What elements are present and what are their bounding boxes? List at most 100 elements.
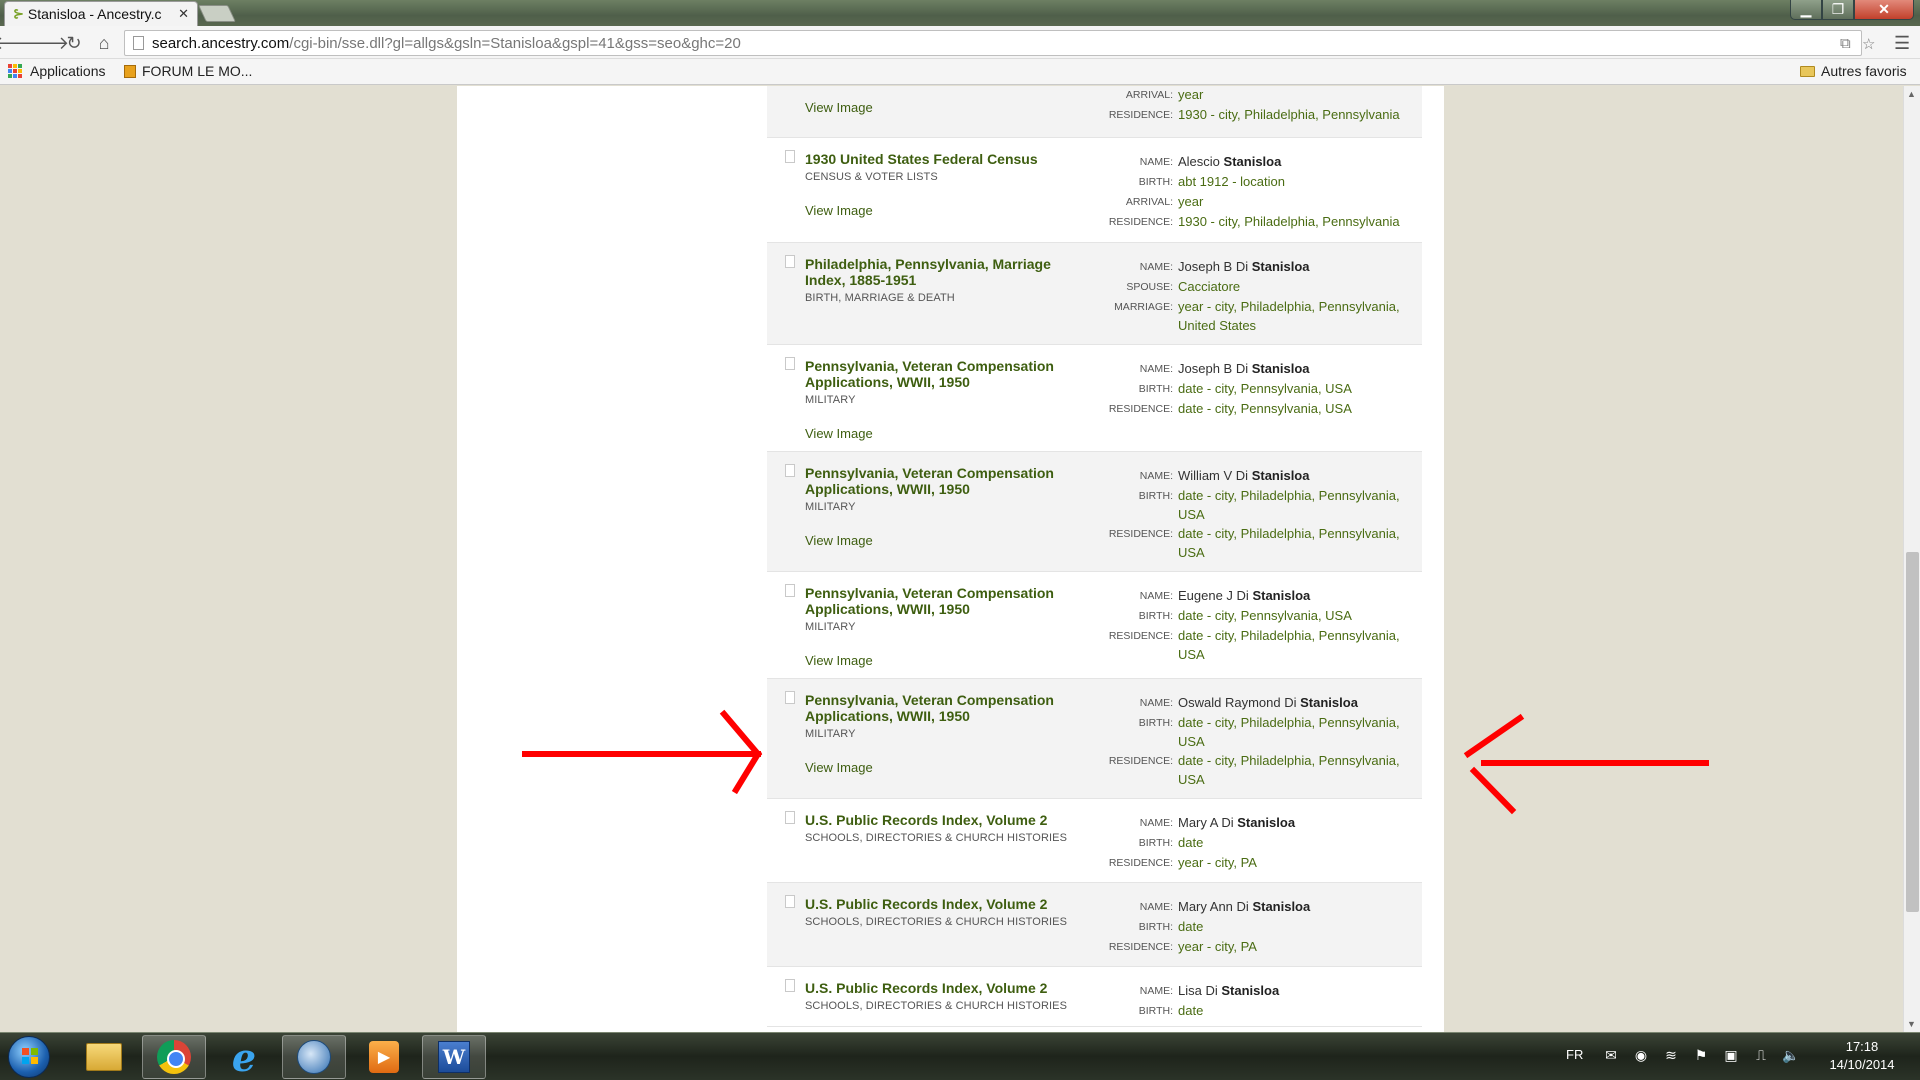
- field-value-text: 1930 - city, Philadelphia, Pennsylvania: [1178, 107, 1400, 122]
- field-value-text: date - city, Pennsylvania, USA: [1178, 401, 1352, 416]
- view-image-link[interactable]: View Image: [805, 100, 1075, 115]
- forward-arrow-icon[interactable]: 🡒: [21, 32, 69, 54]
- browser-title-bar: ⊱ Stanisloa - Ancestry.c ✕ ▁ ❐ ✕: [0, 0, 1920, 26]
- field-row: NAME: Mary A Di Stanisloa: [1093, 813, 1413, 833]
- tab-title: Stanisloa - Ancestry.c: [27, 6, 162, 22]
- browser-toolbar: 🡐 🡒 ↻ ⌂ search.ancestry.com/cgi-bin/sse.…: [0, 26, 1920, 59]
- record-title-link[interactable]: Pennsylvania, Veteran Compensation Appli…: [805, 465, 1075, 497]
- given-name: Joseph B Di: [1178, 259, 1249, 274]
- result-row: 1930 United States Federal Census CENSUS …: [767, 138, 1422, 243]
- field-value: year - city, Philadelphia, Pennsylvania,…: [1178, 297, 1413, 335]
- field-label: BIRTH:: [1138, 610, 1173, 622]
- taskbar-internet-explorer[interactable]: e: [212, 1035, 276, 1080]
- result-row: Pennsylvania, Veteran Compensation Appli…: [767, 452, 1422, 572]
- field-label: RESIDENCE:: [1108, 109, 1173, 121]
- action-center-flag-icon[interactable]: ⚑: [1692, 1046, 1710, 1064]
- view-image-link[interactable]: View Image: [805, 426, 1075, 441]
- result-fields: NAME: William V Di Stanisloa BIRTH: date - …: [1093, 466, 1413, 562]
- field-label: NAME:: [1139, 590, 1173, 602]
- page-scrollbar[interactable]: ▲ ▼: [1903, 86, 1920, 1032]
- field-label: RESIDENCE:: [1108, 528, 1173, 540]
- window-close-button[interactable]: ✕: [1854, 0, 1914, 20]
- field-label: BIRTH:: [1138, 383, 1173, 395]
- field-value: Eugene J Di Stanisloa: [1178, 586, 1413, 606]
- result-record-info: U.S. Public Records Index, Volume 2 SCHOO…: [805, 812, 1075, 844]
- address-bar[interactable]: search.ancestry.com/cgi-bin/sse.dll?gl=a…: [124, 30, 1862, 56]
- record-category: MILITARY: [805, 621, 856, 633]
- home-icon[interactable]: ⌂: [93, 32, 115, 54]
- taskbar-media-player[interactable]: ▶: [352, 1035, 416, 1079]
- field-label: BIRTH:: [1138, 176, 1173, 188]
- star-icon[interactable]: ☆: [1862, 35, 1875, 53]
- network-tray-icon[interactable]: ✉: [1602, 1046, 1620, 1064]
- network-connection-icon[interactable]: ⎍: [1752, 1046, 1770, 1064]
- record-title-link[interactable]: Pennsylvania, Veteran Compensation Appli…: [805, 358, 1075, 390]
- record-title-link[interactable]: U.S. Public Records Index, Volume 2: [805, 980, 1075, 996]
- field-row: BIRTH: abt 1912 - location: [1093, 172, 1413, 192]
- bluetooth-tray-icon[interactable]: ▣: [1722, 1046, 1740, 1064]
- result-row: Pennsylvania, Veteran Compensation Appli…: [767, 572, 1422, 679]
- field-value: Joseph B Di Stanisloa: [1178, 257, 1413, 277]
- record-title-link[interactable]: Pennsylvania, Veteran Compensation Appli…: [805, 585, 1075, 617]
- chrome-icon: [157, 1040, 191, 1074]
- menu-icon[interactable]: ☰: [1894, 33, 1910, 54]
- ancestry-leaf-icon: ⊱: [13, 6, 24, 21]
- field-row: BIRTH: date: [1093, 917, 1413, 937]
- browser-tab[interactable]: ⊱ Stanisloa - Ancestry.c ✕: [4, 1, 198, 26]
- view-image-link[interactable]: View Image: [805, 203, 1075, 218]
- minimize-button[interactable]: ▁: [1790, 0, 1822, 20]
- close-icon[interactable]: ✕: [178, 6, 189, 22]
- record-title-link[interactable]: Philadelphia, Pennsylvania, Marriage Ind…: [805, 256, 1075, 288]
- field-value-text: date - city, Pennsylvania, USA: [1178, 381, 1352, 396]
- windows-logo-icon: [22, 1048, 38, 1064]
- wifi-tray-icon[interactable]: ≋: [1662, 1046, 1680, 1064]
- field-label: NAME:: [1139, 985, 1173, 997]
- translate-icon[interactable]: ⧉: [1840, 35, 1851, 52]
- folder-icon: [86, 1043, 122, 1071]
- record-category: CENSUS & VOTER LISTS: [805, 171, 938, 183]
- system-clock[interactable]: 17:18 14/10/2014: [1812, 1038, 1912, 1074]
- result-record-info: Philadelphia, Pennsylvania, Marriage Ind…: [805, 256, 1075, 304]
- document-icon: [785, 357, 795, 370]
- bookmark-applications[interactable]: Applications: [8, 63, 106, 79]
- field-value: year: [1178, 192, 1413, 212]
- language-indicator[interactable]: FR: [1566, 1047, 1583, 1062]
- skype-tray-icon[interactable]: ◉: [1632, 1046, 1650, 1064]
- field-value: Joseph B Di Stanisloa: [1178, 359, 1413, 379]
- surname-highlight: Stanisloa: [1300, 695, 1358, 710]
- scroll-down-icon[interactable]: ▼: [1907, 1019, 1916, 1029]
- view-image-link[interactable]: View Image: [805, 653, 1075, 668]
- volume-icon[interactable]: 🔈: [1782, 1046, 1800, 1064]
- bookmark-label: Autres favoris: [1821, 63, 1907, 79]
- field-label: BIRTH:: [1138, 717, 1173, 729]
- field-label: SPOUSE:: [1126, 281, 1173, 293]
- field-row: RESIDENCE: date - city, Philadelphia, Pen…: [1093, 751, 1413, 789]
- taskbar-thunderbird[interactable]: [282, 1035, 346, 1079]
- view-image-link[interactable]: View Image: [805, 760, 1075, 775]
- bookmark-forum[interactable]: FORUM LE MO...: [124, 63, 252, 79]
- surname-highlight: Stanisloa: [1251, 468, 1310, 483]
- field-value: William V Di Stanisloa: [1178, 466, 1413, 486]
- taskbar-chrome[interactable]: [142, 1035, 206, 1079]
- view-image-link[interactable]: View Image: [805, 533, 1075, 548]
- surname-highlight: Stanisloa: [1252, 899, 1311, 914]
- taskbar-explorer[interactable]: [72, 1035, 136, 1079]
- new-tab-button[interactable]: [198, 5, 236, 22]
- field-label: RESIDENCE:: [1108, 857, 1173, 869]
- scroll-up-icon[interactable]: ▲: [1907, 89, 1916, 99]
- scrollbar-thumb[interactable]: [1906, 552, 1919, 912]
- field-value-text: year - city, PA: [1178, 855, 1257, 870]
- start-button[interactable]: [8, 1036, 50, 1078]
- record-title-link[interactable]: Pennsylvania, Veteran Compensation Appli…: [805, 692, 1075, 724]
- taskbar-word[interactable]: W: [422, 1035, 486, 1079]
- record-title-link[interactable]: U.S. Public Records Index, Volume 2: [805, 812, 1075, 828]
- record-title-link[interactable]: 1930 United States Federal Census: [805, 151, 1075, 167]
- reload-icon[interactable]: ↻: [63, 32, 85, 54]
- field-value-text: date: [1178, 1003, 1204, 1018]
- document-icon: [785, 584, 795, 597]
- record-title-link[interactable]: U.S. Public Records Index, Volume 2: [805, 896, 1075, 912]
- windows-taskbar: e ▶ W FR ✉ ◉ ≋ ⚑ ▣ ⎍ 🔈 17:18 14/10/2014: [0, 1032, 1920, 1080]
- document-icon: [785, 979, 795, 992]
- bookmark-other-favorites[interactable]: Autres favoris: [1800, 63, 1907, 79]
- maximize-button[interactable]: ❐: [1822, 0, 1854, 20]
